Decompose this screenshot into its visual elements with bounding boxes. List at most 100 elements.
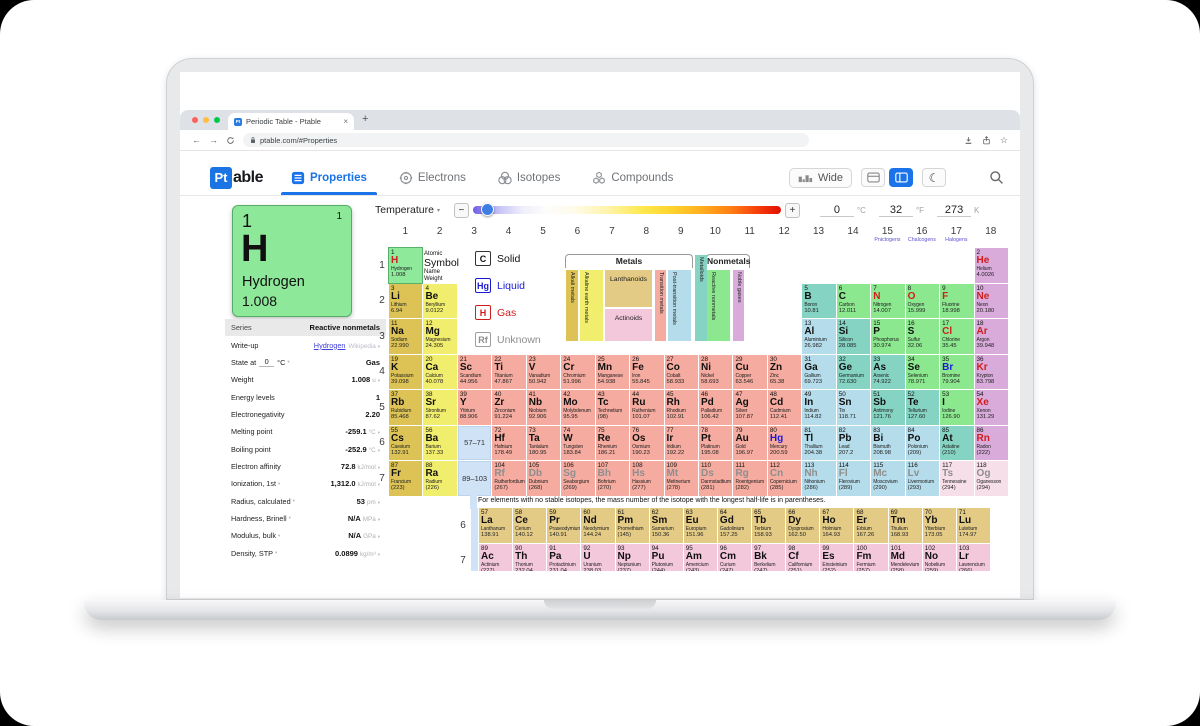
element-cell-Cm[interactable]: 96CmCurium(247) (718, 544, 751, 572)
element-cell-Nh[interactable]: 113NhNihonium(286) (802, 461, 835, 496)
chevron-down-icon[interactable]: ▾ (378, 552, 380, 558)
element-cell-Ga[interactable]: 31GaGallium69.723 (802, 355, 835, 390)
maximize-window-icon[interactable] (214, 117, 220, 123)
celsius-input[interactable]: 0 (820, 204, 854, 217)
element-cell-Sg[interactable]: 106SgSeaborgium(269) (561, 461, 594, 496)
chevron-down-icon[interactable]: ▾ (293, 498, 295, 504)
element-cell-Re[interactable]: 75ReRhenium186.21 (596, 426, 629, 461)
legend-noble[interactable]: Noble gases (733, 270, 744, 341)
element-cell-K[interactable]: 19KPotassium39.098 (389, 355, 422, 390)
forward-icon[interactable]: → (209, 135, 218, 145)
range-cell-57–71[interactable]: 57–71 (458, 426, 491, 461)
tab-isotopes[interactable]: Isotopes (498, 160, 560, 195)
element-cell-Lr[interactable]: 103LrLawrencium(266) (957, 544, 990, 572)
element-cell-Cd[interactable]: 48CdCadmium112.41 (768, 390, 801, 425)
element-cell-Mt[interactable]: 109MtMeitnerium(278) (665, 461, 698, 496)
element-cell-Sm[interactable]: 62SmSamarium150.36 (650, 508, 683, 543)
element-cell-Ds[interactable]: 110DsDarmstadtium(281) (699, 461, 732, 496)
element-cell-Og[interactable]: 118OgOganesson(294) (975, 461, 1008, 496)
legend-actinoid[interactable]: Actinoids (605, 309, 652, 341)
temperature-label[interactable]: Temperature (375, 204, 434, 216)
element-cell-Cf[interactable]: 98CfCalifornium(251) (786, 544, 819, 572)
kelvin-input[interactable]: 273 (937, 204, 971, 217)
element-cell-Pt[interactable]: 78PtPlatinum195.08 (699, 426, 732, 461)
element-cell-Tl[interactable]: 81TlThallium204.38 (802, 426, 835, 461)
layout-top-panel-button[interactable] (861, 168, 885, 187)
element-cell-Bh[interactable]: 107BhBohrium(270) (596, 461, 629, 496)
element-cell-Ta[interactable]: 73TaTantalum180.95 (527, 426, 560, 461)
dark-mode-button[interactable]: ☾ (922, 168, 946, 187)
element-cell-Cn[interactable]: 112CnCopernicium(285) (768, 461, 801, 496)
temperature-plus-button[interactable]: + (785, 203, 800, 218)
write-up-link[interactable]: Hydrogen (314, 341, 346, 350)
ptable-logo[interactable]: Pt able (210, 167, 263, 189)
element-cell-Be[interactable]: 4BeBeryllium9.0122 (423, 284, 456, 319)
legend-alkaline[interactable]: Alkaline earth metals (580, 270, 603, 341)
element-cell-C[interactable]: 6CCarbon12.011 (837, 284, 870, 319)
element-cell-Al[interactable]: 13AlAluminium26.982 (802, 319, 835, 354)
element-cell-Fm[interactable]: 100FmFermium(257) (854, 544, 887, 572)
chevron-down-icon[interactable]: ▾ (378, 517, 380, 523)
element-cell-Yb[interactable]: 70YbYtterbium173.05 (923, 508, 956, 543)
legend-lanthanoid[interactable]: Lanthanoids (605, 270, 652, 307)
element-cell-Rb[interactable]: 37RbRubidium85.468 (389, 390, 422, 425)
element-cell-Nd[interactable]: 60NdNeodymium144.24 (581, 508, 614, 543)
tab-properties[interactable]: Properties (291, 160, 367, 195)
element-cell-O[interactable]: 8OOxygen15.999 (906, 284, 939, 319)
element-cell-Si[interactable]: 14SiSilicon28.085 (837, 319, 870, 354)
element-cell-Ir[interactable]: 77IrIridium192.22 (665, 426, 698, 461)
minimize-window-icon[interactable] (203, 117, 209, 123)
legend-post[interactable]: Post-transition metals (668, 270, 691, 341)
element-cell-Ne[interactable]: 10NeNeon20.180 (975, 284, 1008, 319)
element-cell-Lu[interactable]: 71LuLutetium174.97 (957, 508, 990, 543)
element-cell-Md[interactable]: 101MdMendelevium(258) (889, 544, 922, 572)
element-cell-I[interactable]: 53IIodine126.90 (940, 390, 973, 425)
element-cell-Tb[interactable]: 65TbTerbium158.93 (752, 508, 785, 543)
element-cell-Lv[interactable]: 116LvLivermorium(293) (906, 461, 939, 496)
element-cell-B[interactable]: 5BBoron10.81 (802, 284, 835, 319)
chevron-down-icon[interactable]: ▾ (378, 534, 380, 540)
element-cell-Mg[interactable]: 12MgMagnesium24.305 (423, 319, 456, 354)
element-cell-Th[interactable]: 90ThThorium232.04 (513, 544, 546, 572)
element-cell-Ca[interactable]: 20CaCalcium40.078 (423, 355, 456, 390)
element-cell-Hs[interactable]: 108HsHassium(277) (630, 461, 663, 496)
element-cell-Db[interactable]: 105DbDubnium(268) (527, 461, 560, 496)
element-cell-Er[interactable]: 68ErErbium167.26 (854, 508, 887, 543)
element-cell-Na[interactable]: 11NaSodium22.990 (389, 319, 422, 354)
temperature-slider-thumb[interactable] (481, 203, 494, 216)
wide-toggle-button[interactable]: Wide (789, 168, 852, 188)
state-temp-input[interactable]: 0 (259, 357, 274, 367)
element-cell-Rf[interactable]: 104RfRutherfordium(267) (492, 461, 525, 496)
element-cell-H[interactable]: 1HHydrogen1.008 (389, 248, 422, 283)
element-cell-In[interactable]: 49InIndium114.82 (802, 390, 835, 425)
address-bar[interactable]: ptable.com/#Properties (243, 133, 809, 147)
fahrenheit-input[interactable]: 32 (879, 204, 913, 217)
legend-alkali[interactable]: Alkali metals (566, 270, 578, 341)
element-cell-Te[interactable]: 52TeTellurium127.60 (906, 390, 939, 425)
element-cell-Os[interactable]: 76OsOsmium190.23 (630, 426, 663, 461)
element-cell-Se[interactable]: 34SeSelenium78.971 (906, 355, 939, 390)
element-cell-Bk[interactable]: 97BkBerkelium(247) (752, 544, 785, 572)
element-cell-Pa[interactable]: 91PaProtactinium231.04 (547, 544, 580, 572)
element-cell-Ac[interactable]: 89AcActinium(227) (479, 544, 512, 572)
element-cell-Au[interactable]: 79AuGold196.97 (733, 426, 766, 461)
element-cell-F[interactable]: 9FFluorine18.998 (940, 284, 973, 319)
element-cell-No[interactable]: 102NoNobelium(259) (923, 544, 956, 572)
reload-icon[interactable] (226, 136, 235, 145)
element-cell-Hg[interactable]: 80HgMercury200.59 (768, 426, 801, 461)
element-cell-Cs[interactable]: 55CsCaesium132.91 (389, 426, 422, 461)
bookmark-star-icon[interactable]: ☆ (1000, 135, 1008, 146)
element-cell-U[interactable]: 92UUranium238.03 (581, 544, 614, 572)
element-cell-Zr[interactable]: 40ZrZirconium91.224 (492, 390, 525, 425)
element-cell-Ar[interactable]: 18ArArgon39.948 (975, 319, 1008, 354)
chevron-down-icon[interactable]: ▾ (275, 550, 277, 556)
legend-reactive[interactable]: Reactive nonmetals (707, 270, 730, 341)
element-cell-Ho[interactable]: 67HoHolmium164.93 (820, 508, 853, 543)
element-cell-Am[interactable]: 95AmAmericium(243) (684, 544, 717, 572)
tab-compounds[interactable]: Compounds (592, 160, 673, 195)
element-cell-Ge[interactable]: 32GeGermanium72.630 (837, 355, 870, 390)
element-cell-Ba[interactable]: 56BaBarium137.33 (423, 426, 456, 461)
element-cell-Br[interactable]: 35BrBromine79.904 (940, 355, 973, 390)
legend-transition[interactable]: Transition metals (655, 270, 666, 341)
element-cell-Sn[interactable]: 50SnTin118.71 (837, 390, 870, 425)
